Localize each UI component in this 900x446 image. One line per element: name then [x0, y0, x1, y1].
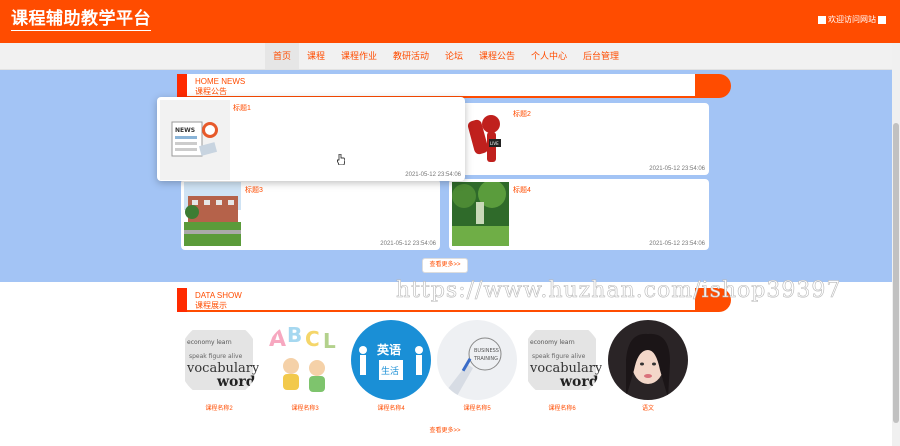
svg-text:speak figure alive: speak figure alive: [532, 353, 586, 360]
nav-homework[interactable]: 课程作业: [333, 43, 385, 69]
welcome-label: 欢迎访问网站: [828, 15, 876, 24]
svg-text:英语: 英语: [377, 342, 401, 357]
course-item[interactable]: 英语 生活 课程名称4: [351, 320, 431, 412]
svg-text:words: words: [559, 374, 602, 390]
svg-text:C: C: [305, 327, 320, 351]
news-title[interactable]: 标题3: [245, 185, 263, 195]
news-date: 2021-05-12 23:54:06: [405, 172, 461, 178]
course-image: economy learn vocabulary words speak fig…: [522, 320, 602, 400]
svg-text:speak figure alive: speak figure alive: [189, 353, 243, 360]
course-item[interactable]: economy learn vocabulary words speak fig…: [179, 320, 259, 412]
site-header: 课程辅助教学平台 欢迎访问网站: [0, 0, 900, 43]
news-card[interactable]: 标题3 2021-05-12 23:54:06: [181, 179, 440, 250]
nav-admin[interactable]: 后台管理: [575, 43, 627, 69]
news-heading-en: HOME NEWS: [195, 77, 246, 86]
svg-text:A: A: [269, 327, 286, 352]
svg-text:economy learn: economy learn: [187, 339, 232, 346]
svg-text:生活: 生活: [381, 365, 399, 377]
site-title[interactable]: 课程辅助教学平台: [11, 10, 151, 31]
course-name[interactable]: 课程名称2: [179, 403, 259, 412]
course-name[interactable]: 语文: [608, 403, 688, 412]
svg-text:words: words: [216, 374, 259, 390]
news-thumbnail: LIVE: [463, 106, 520, 170]
course-item[interactable]: BUSINESS TRAINING 课程名称5: [437, 320, 517, 412]
course-image: A B C L: [265, 320, 345, 400]
main-nav: 首页 课程 课程作业 教研活动 论坛 课程公告 个人中心 后台管理: [0, 43, 892, 70]
course-name[interactable]: 课程名称4: [351, 403, 431, 412]
nav-profile[interactable]: 个人中心: [523, 43, 575, 69]
news-thumbnail: [452, 182, 509, 246]
svg-text:LIVE: LIVE: [490, 141, 499, 146]
course-image: economy learn vocabulary words speak fig…: [179, 320, 259, 400]
svg-text:L: L: [323, 329, 336, 353]
course-name[interactable]: 课程名称5: [437, 403, 517, 412]
news-section-header: HOME NEWS 课程公告: [177, 74, 731, 98]
news-title[interactable]: 标题1: [233, 103, 251, 113]
course-image: [608, 320, 688, 400]
square-icon: [878, 15, 886, 24]
nav-research[interactable]: 教研活动: [385, 43, 437, 69]
show-heading-en: DATA SHOW: [195, 291, 242, 300]
hand-cursor-icon: [337, 154, 345, 165]
course-name[interactable]: 课程名称3: [265, 403, 345, 412]
news-heading-cn: 课程公告: [195, 87, 227, 96]
svg-text:B: B: [287, 323, 302, 347]
nav-forum[interactable]: 论坛: [437, 43, 471, 69]
news-section: HOME NEWS 课程公告 NEWS 标题1 2021-05-12 23:54…: [0, 70, 892, 282]
news-thumbnail: NEWS: [160, 100, 230, 180]
svg-text:TRAINING: TRAINING: [473, 356, 498, 362]
nav-course[interactable]: 课程: [299, 43, 333, 69]
course-item[interactable]: A B C L 课程名称3: [265, 320, 345, 412]
news-thumbnail: [184, 182, 241, 246]
welcome-text: 欢迎访问网站: [818, 14, 886, 25]
header-underline: [187, 310, 695, 312]
news-title[interactable]: 标题2: [513, 109, 531, 119]
header-cap: [695, 74, 731, 98]
nav-home[interactable]: 首页: [264, 43, 299, 69]
course-name[interactable]: 课程名称6: [522, 403, 602, 412]
course-item[interactable]: 语文: [608, 320, 688, 412]
course-image: 英语 生活: [351, 320, 431, 400]
svg-text:NEWS: NEWS: [175, 127, 195, 134]
nav-announcement[interactable]: 课程公告: [471, 43, 523, 69]
news-title[interactable]: 标题4: [513, 185, 531, 195]
course-image: BUSINESS TRAINING: [437, 320, 517, 400]
news-card[interactable]: LIVE 标题2 2021-05-12 23:54:06: [449, 103, 709, 175]
square-icon: [818, 15, 826, 24]
news-date: 2021-05-12 23:54:06: [649, 166, 705, 172]
show-more-button[interactable]: 查看更多>>: [422, 425, 468, 440]
course-item[interactable]: economy learn vocabulary words speak fig…: [522, 320, 602, 412]
news-card[interactable]: NEWS 标题1 2021-05-12 23:54:06: [157, 97, 465, 181]
scrollbar-thumb[interactable]: [893, 123, 899, 423]
news-more-button[interactable]: 查看更多>>: [422, 258, 468, 273]
news-card[interactable]: 标题4 2021-05-12 23:54:06: [449, 179, 709, 250]
news-date: 2021-05-12 23:54:06: [649, 241, 705, 247]
svg-text:BUSINESS: BUSINESS: [474, 348, 499, 354]
page-scrollbar[interactable]: [892, 43, 900, 446]
show-heading-cn: 课程展示: [195, 301, 227, 310]
svg-text:economy learn: economy learn: [530, 339, 575, 346]
watermark-text: https://www.huzhan.com/ishop39397: [396, 278, 842, 304]
news-date: 2021-05-12 23:54:06: [380, 241, 436, 247]
